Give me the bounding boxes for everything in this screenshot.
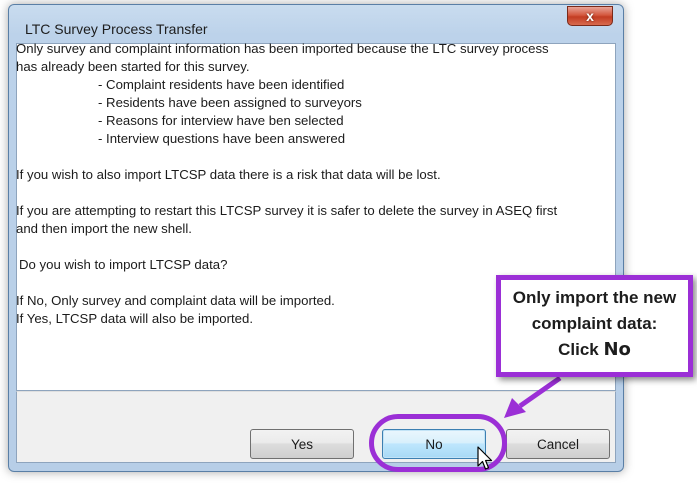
callout-arrow [504, 375, 562, 418]
callout-line-3: Click No [501, 337, 688, 363]
annotation-callout: Only import the new complaint data: Clic… [496, 275, 693, 377]
callout-line-3-prefix: Click [558, 340, 604, 359]
arrow-shaft [518, 375, 562, 409]
callout-line-1: Only import the new [512, 288, 677, 307]
callout-emphasis: No [603, 339, 631, 360]
arrow-head [504, 398, 526, 418]
callout-line-2: complaint data: [531, 314, 658, 333]
mouse-pointer-icon [477, 446, 493, 470]
